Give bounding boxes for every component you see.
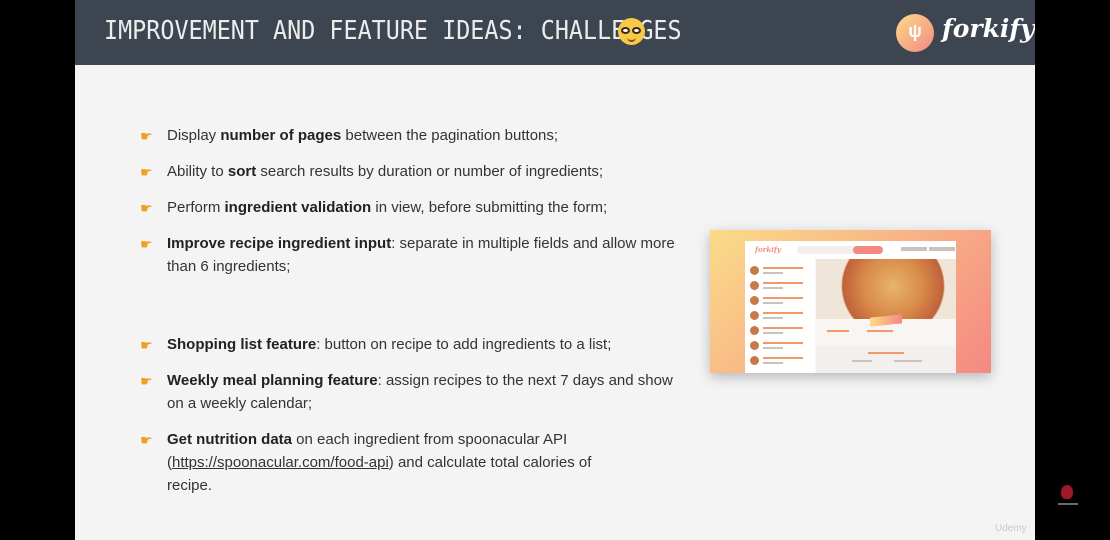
list-item: ☛ Ability to sort search results by dura… [140,160,687,183]
app-preview-logo: forkify [755,245,781,254]
channel-logo-text [1058,503,1078,505]
app-preview-ingredients [816,346,956,373]
list-item: ☛ Perform ingredient validation in view,… [140,196,687,219]
app-preview-result [750,355,812,367]
app-preview-result [750,265,812,277]
app-preview-info [867,330,893,332]
app-preview-result [750,340,812,352]
app-preview-search-button [853,246,883,254]
udemy-watermark: Udemy [995,523,1027,534]
list-item: ☛ Weekly meal planning feature: assign r… [140,372,673,412]
slide: IMPROVEMENT AND FEATURE IDEAS: CHALLENGE… [75,0,1035,540]
list-item: ☛ Get nutrition data on each ingredient … [140,431,592,494]
spoonacular-link[interactable]: https://spoonacular.com/food-api [172,454,389,471]
app-preview-result [750,325,812,337]
app-preview-header: forkify [745,241,956,260]
app-preview-info [827,330,849,332]
app-preview-result [750,280,812,292]
list-item: ☛ Shopping list feature: button on recip… [140,333,687,356]
app-preview-recipe-image [816,259,956,319]
forkify-app-screenshot: forkify [710,230,991,373]
app-preview-result [750,310,812,322]
pointing-hand-icon: ☛ [140,164,153,180]
app-preview-result [750,295,812,307]
pointing-hand-icon: ☛ [140,128,153,144]
app-preview-recipe-title [870,314,902,327]
channel-logo-icon [1061,485,1073,499]
app-preview: forkify [745,241,956,373]
pointing-hand-icon: ☛ [140,337,153,353]
list-item: ☛ Display number of pages between the pa… [140,124,687,147]
list-item: ☛ Improve recipe ingredient input: separ… [140,235,675,275]
pointing-hand-icon: ☛ [140,373,153,389]
pointing-hand-icon: ☛ [140,432,153,448]
app-preview-results [745,259,815,373]
pointing-hand-icon: ☛ [140,236,153,252]
app-preview-nav-item [901,247,927,251]
pointing-hand-icon: ☛ [140,200,153,216]
app-preview-nav-item [929,247,955,251]
